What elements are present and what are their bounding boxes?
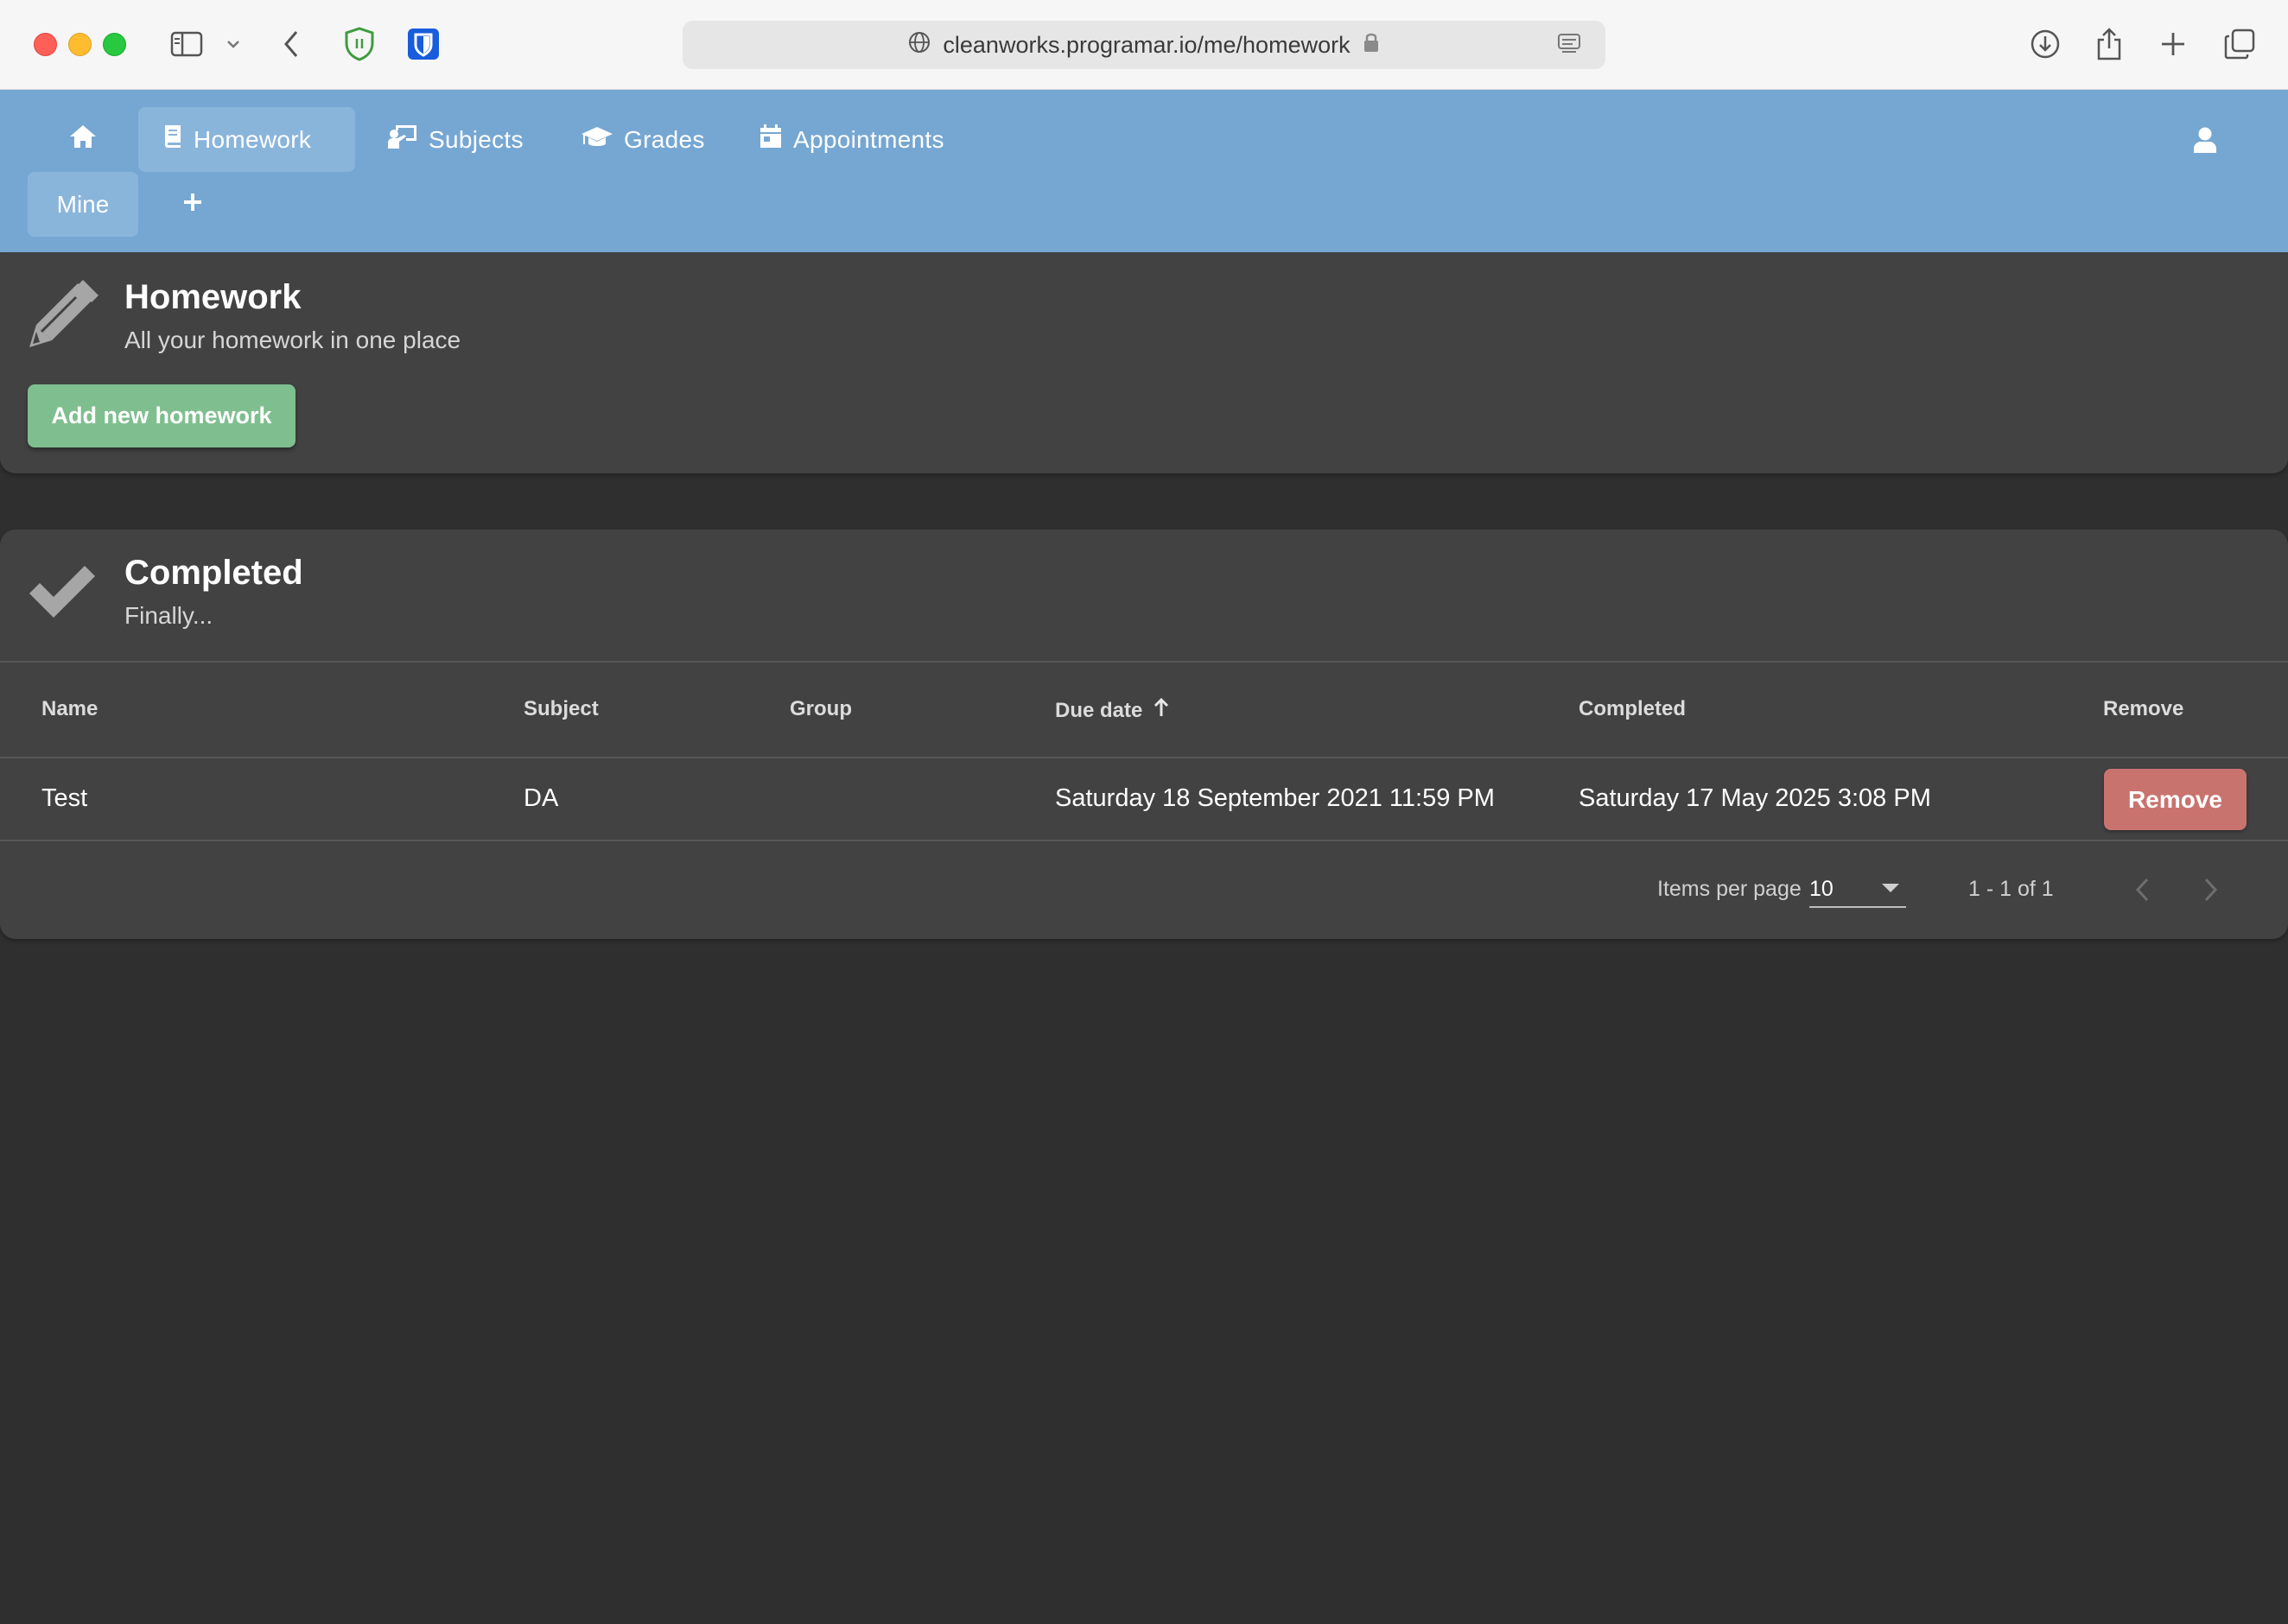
homework-subtitle: All your homework in one place	[124, 327, 461, 353]
remove-button[interactable]: Remove	[2104, 769, 2247, 830]
back-arrow-icon[interactable]	[278, 26, 304, 62]
homework-card: Homework All your homework in one place …	[0, 252, 2288, 473]
chevron-right-icon	[2203, 877, 2219, 907]
reader-mode-icon[interactable]	[1557, 33, 1581, 61]
sub-nav-add-button[interactable]	[173, 172, 213, 237]
globe-icon	[908, 31, 931, 60]
calendar-icon	[759, 124, 783, 155]
sub-nav-mine-tab[interactable]: Mine	[28, 172, 138, 237]
column-header-group[interactable]: Group	[790, 697, 852, 721]
column-header-due-date[interactable]: Due date	[1055, 697, 1170, 724]
password-manager-icon[interactable]	[406, 26, 441, 62]
completed-title: Completed	[124, 554, 303, 592]
minimize-window-button[interactable]	[68, 33, 92, 56]
completed-subtitle: Finally...	[124, 602, 213, 629]
items-per-page-value: 10	[1809, 877, 1834, 901]
column-header-name[interactable]: Name	[41, 697, 98, 721]
cell-due-date: Saturday 18 September 2021 11:59 PM	[1055, 784, 1495, 812]
homework-title: Homework	[124, 278, 302, 316]
close-window-button[interactable]	[34, 33, 57, 56]
pagination-range: 1 - 1 of 1	[1968, 877, 2054, 901]
completed-card: Completed Finally... Name Subject Group …	[0, 530, 2288, 939]
cell-name: Test	[41, 784, 88, 812]
app-navigation-bar: Homework Subjects Grades Appointments Mi…	[0, 90, 2288, 252]
checkmark-icon	[26, 561, 99, 627]
cell-completed: Saturday 17 May 2025 3:08 PM	[1579, 784, 1931, 812]
table-divider	[0, 661, 2288, 663]
nav-homework-tab[interactable]: Homework	[138, 107, 355, 172]
new-tab-icon[interactable]	[2155, 26, 2191, 62]
next-page-button[interactable]	[2191, 872, 2231, 911]
nav-appointments-label: Appointments	[793, 125, 944, 153]
url-text: cleanworks.programar.io/me/homework	[943, 31, 1351, 58]
table-row-divider	[0, 840, 2288, 841]
cell-subject: DA	[524, 784, 559, 812]
pencil-icon	[26, 278, 99, 355]
nav-grades-tab[interactable]: Grades	[556, 107, 729, 172]
nav-homework-label: Homework	[194, 125, 312, 153]
user-account-button[interactable]	[2186, 123, 2224, 161]
chevron-left-icon	[2134, 877, 2150, 907]
zoom-window-button[interactable]	[103, 33, 126, 56]
sidebar-toggle-icon[interactable]	[168, 26, 206, 62]
table-header-divider	[0, 757, 2288, 758]
teacher-board-icon	[387, 124, 418, 155]
nav-subjects-label: Subjects	[429, 125, 524, 153]
address-bar[interactable]: cleanworks.programar.io/me/homework	[683, 21, 1605, 69]
previous-page-button[interactable]	[2122, 872, 2162, 911]
nav-grades-label: Grades	[624, 125, 705, 153]
downloads-icon[interactable]	[2027, 26, 2063, 62]
book-icon	[162, 124, 183, 155]
column-header-subject[interactable]: Subject	[524, 697, 599, 721]
nav-appointments-tab[interactable]: Appointments	[734, 107, 969, 172]
column-header-remove: Remove	[2103, 697, 2184, 720]
column-header-completed[interactable]: Completed	[1579, 697, 1686, 721]
add-new-homework-button[interactable]: Add new homework	[28, 384, 296, 447]
items-per-page-label: Items per page	[1657, 877, 1802, 901]
graduation-cap-icon	[581, 124, 613, 155]
user-icon	[2193, 126, 2217, 158]
dropdown-arrow-icon	[1882, 884, 1899, 892]
items-per-page-select[interactable]: 10	[1809, 872, 1906, 908]
chevron-down-icon[interactable]	[223, 26, 244, 62]
privacy-shield-icon[interactable]	[342, 26, 377, 62]
share-icon[interactable]	[2091, 26, 2127, 62]
sort-arrow-up-icon	[1153, 697, 1170, 724]
tab-overview-icon[interactable]	[2221, 26, 2259, 62]
nav-home-button[interactable]	[54, 107, 112, 172]
browser-toolbar: cleanworks.programar.io/me/homework	[0, 0, 2288, 90]
plus-icon	[182, 192, 203, 217]
lock-icon	[1363, 31, 1380, 60]
home-icon	[68, 124, 98, 155]
nav-subjects-tab[interactable]: Subjects	[363, 107, 548, 172]
